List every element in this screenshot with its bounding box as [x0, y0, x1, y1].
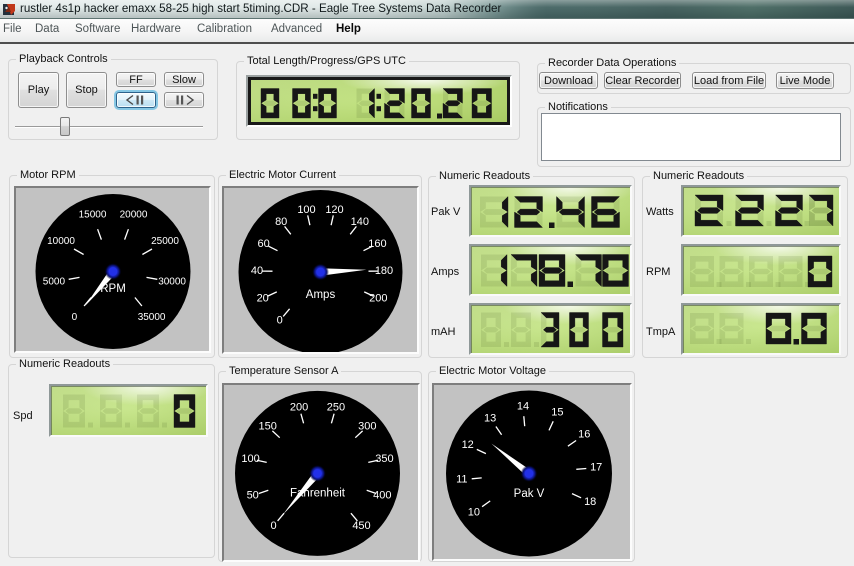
svg-text:350: 350 — [375, 453, 393, 465]
svg-text:12: 12 — [462, 439, 474, 451]
svg-text:Amps: Amps — [306, 289, 336, 301]
svg-text:10: 10 — [468, 507, 480, 519]
svg-text:10000: 10000 — [47, 236, 75, 247]
svg-text:35000: 35000 — [138, 312, 166, 323]
svg-text:0: 0 — [72, 312, 78, 323]
svg-text:40: 40 — [251, 265, 263, 277]
svg-text:140: 140 — [351, 216, 369, 228]
svg-text:180: 180 — [375, 265, 393, 277]
svg-text:0: 0 — [277, 315, 283, 327]
svg-text:30000: 30000 — [158, 276, 186, 287]
svg-text:25000: 25000 — [151, 236, 179, 247]
svg-text:50: 50 — [247, 490, 259, 502]
svg-text:15: 15 — [551, 406, 563, 418]
svg-text:0: 0 — [270, 520, 276, 532]
svg-text:160: 160 — [368, 238, 386, 250]
svg-text:200: 200 — [369, 292, 387, 304]
svg-text:20000: 20000 — [120, 210, 148, 221]
svg-text:15000: 15000 — [79, 210, 107, 221]
svg-text:100: 100 — [297, 204, 315, 216]
svg-text:17: 17 — [590, 462, 602, 474]
svg-text:5000: 5000 — [43, 276, 66, 287]
svg-text:60: 60 — [257, 238, 269, 250]
svg-text:16: 16 — [578, 429, 590, 441]
svg-text:Pak V: Pak V — [514, 488, 545, 500]
svg-text:400: 400 — [373, 490, 391, 502]
svg-text:100: 100 — [241, 453, 259, 465]
svg-text:11: 11 — [456, 474, 467, 486]
svg-text:200: 200 — [290, 401, 308, 413]
svg-text:RPM: RPM — [100, 283, 126, 295]
svg-text:120: 120 — [325, 204, 343, 216]
svg-text:14: 14 — [517, 400, 529, 412]
svg-text:Fahrenheit: Fahrenheit — [290, 487, 346, 499]
svg-text:150: 150 — [259, 420, 277, 432]
svg-text:250: 250 — [327, 401, 345, 413]
svg-text:20: 20 — [257, 292, 269, 304]
svg-text:18: 18 — [584, 496, 596, 508]
svg-text:300: 300 — [358, 420, 376, 432]
svg-text:80: 80 — [275, 216, 287, 228]
svg-text:13: 13 — [484, 412, 496, 424]
svg-text:450: 450 — [352, 520, 370, 532]
